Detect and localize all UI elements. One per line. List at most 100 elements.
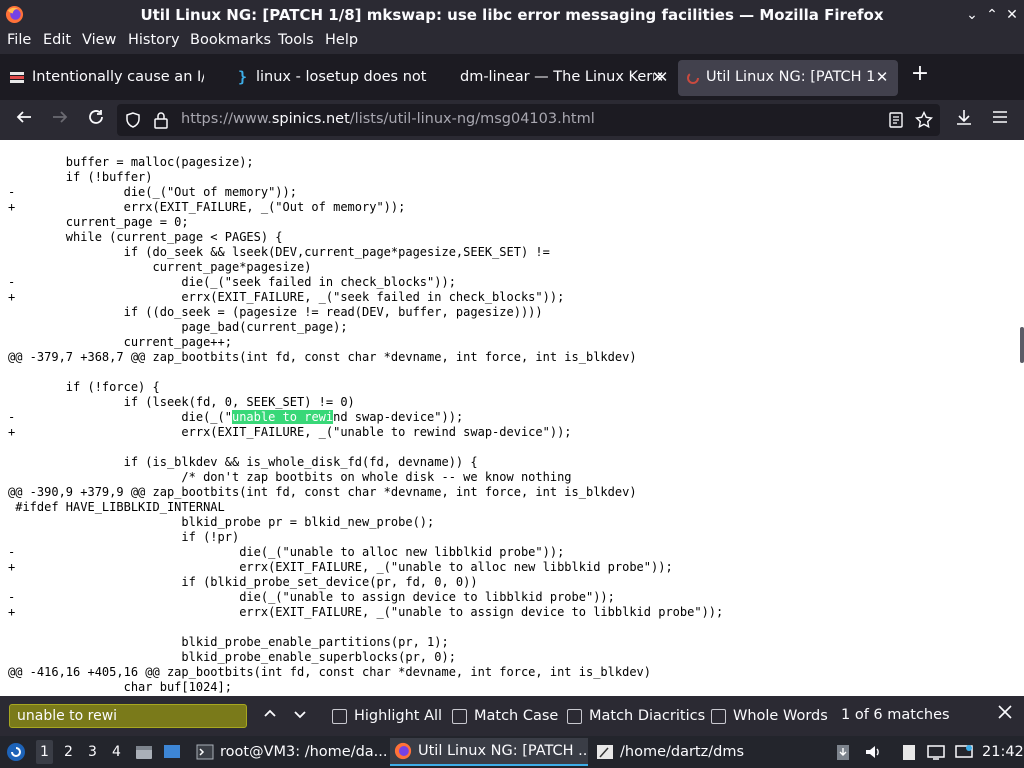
code-line: char buf[1024];: [8, 680, 232, 694]
code-line: if (blkid_probe_set_device(pr, fd, 0, 0)…: [8, 575, 478, 589]
firefox-icon: [394, 742, 412, 760]
app-menu-button[interactable]: [988, 108, 1012, 132]
code-line: + errx(EXIT_FAILURE, _("unable to assign…: [8, 605, 724, 619]
hamburger-menu-icon: [993, 111, 1007, 123]
checkbox-box[interactable]: [567, 708, 582, 724]
minimize-button[interactable]: ⌄: [962, 5, 982, 25]
find-query-input[interactable]: [10, 705, 246, 727]
clock: 21:42: [982, 744, 1024, 760]
display-tray-icon[interactable]: [927, 743, 945, 761]
tab-dm-linear[interactable]: dm-linear — The Linux Kerne ✕: [452, 60, 674, 96]
code-line: + errx(EXIT_FAILURE, _("seek failed in c…: [8, 290, 565, 304]
checkbox-label: Highlight All: [354, 708, 443, 724]
checkbox-box[interactable]: [452, 708, 467, 724]
new-tab-button[interactable]: +: [908, 62, 932, 86]
start-menu-icon[interactable]: [6, 742, 26, 762]
maximize-button[interactable]: ⌃: [982, 5, 1002, 25]
find-input[interactable]: [9, 704, 247, 728]
code-line: buffer = malloc(pagesize);: [8, 155, 254, 169]
menu-history[interactable]: History: [128, 32, 180, 48]
code-line: - die(_("unable to rewind swap-device"))…: [8, 410, 464, 424]
scrollbar-thumb[interactable]: [1020, 327, 1024, 363]
terminal-icon: [196, 744, 214, 760]
code-line: current_page = 0;: [8, 215, 189, 229]
arrow-right-icon: [53, 111, 68, 123]
match-diacritics-checkbox[interactable]: Match Diacritics: [567, 706, 705, 726]
arrow-left-icon: [16, 111, 31, 123]
reload-button[interactable]: [84, 108, 108, 132]
tab-close-icon[interactable]: ✕: [654, 68, 670, 86]
checkbox-label: Match Diacritics: [589, 708, 706, 724]
desktop-icon[interactable]: [163, 743, 181, 761]
bookmark-star-icon[interactable]: [915, 111, 933, 129]
forward-button[interactable]: [48, 108, 72, 132]
task-text-editor[interactable]: /home/dartz/dms: [592, 738, 752, 766]
highlight-all-checkbox[interactable]: Highlight All: [332, 706, 442, 726]
match-count: 1 of 6 matches: [841, 707, 950, 723]
menu-bookmarks[interactable]: Bookmarks: [190, 32, 271, 48]
close-findbar-button[interactable]: [995, 704, 1015, 726]
match-case-checkbox[interactable]: Match Case: [452, 706, 558, 726]
file-manager-icon[interactable]: [135, 743, 153, 761]
checkbox-box[interactable]: [711, 708, 726, 724]
task-firefox[interactable]: Util Linux NG: [PATCH ...: [390, 738, 588, 766]
tab-losetup[interactable]: } linux - losetup does not f: [226, 60, 448, 96]
task-label: Util Linux NG: [PATCH ...: [418, 743, 588, 759]
workspace-2[interactable]: 2: [64, 744, 73, 760]
reload-icon: [89, 110, 103, 124]
spinner-favicon-icon: [687, 72, 699, 84]
code-line: @@ -416,16 +405,16 @@ zap_bootbits(int f…: [8, 665, 651, 679]
code-line: if (do_seek && lseek(DEV,current_page*pa…: [8, 245, 550, 259]
code-line: + errx(EXIT_FAILURE, _("Out of memory"))…: [8, 200, 406, 214]
url-bar[interactable]: https://www.spinics.net/lists/util-linux…: [117, 104, 940, 136]
task-terminal[interactable]: root@VM3: /home/da...: [192, 738, 388, 766]
network-tray-icon[interactable]: [955, 743, 973, 761]
whole-words-checkbox[interactable]: Whole Words: [711, 706, 828, 726]
tab-strip: Intentionally cause an I/O } linux - los…: [0, 54, 1024, 100]
code-line: /* don't zap bootbits on whole disk -- w…: [8, 470, 572, 484]
find-match-highlight: unable to rewi: [231, 410, 334, 424]
tab-close-icon[interactable]: ✕: [874, 68, 890, 86]
workspace-1[interactable]: 1: [36, 740, 53, 764]
checkbox-label: Match Case: [474, 708, 559, 724]
back-button[interactable]: [12, 108, 36, 132]
volume-icon[interactable]: [864, 743, 882, 761]
url-prefix: https://www.: [181, 111, 272, 127]
downloads-button[interactable]: [952, 108, 976, 132]
menu-edit[interactable]: Edit: [43, 32, 71, 48]
find-next-button[interactable]: [290, 706, 310, 726]
patch-diff-text: buffer = malloc(pagesize); if (!buffer) -…: [8, 155, 723, 695]
code-line: + errx(EXIT_FAILURE, _("unable to alloc …: [8, 560, 673, 574]
menu-help[interactable]: Help: [325, 32, 358, 48]
shield-icon[interactable]: [125, 112, 141, 128]
workspace-4[interactable]: 4: [112, 744, 121, 760]
tab-intentionally-cause[interactable]: Intentionally cause an I/O: [0, 60, 222, 96]
menu-tools[interactable]: Tools: [278, 32, 314, 48]
task-label: /home/dartz/dms: [620, 744, 744, 760]
url-text[interactable]: https://www.spinics.net/lists/util-linux…: [181, 111, 595, 127]
clipboard-tray-icon[interactable]: [834, 743, 852, 761]
close-window-button[interactable]: ✕: [1002, 5, 1022, 25]
code-line: blkid_probe_enable_partitions(pr, 1);: [8, 635, 449, 649]
code-line: - die(_("unable to assign device to libb…: [8, 590, 615, 604]
window-title: Util Linux NG: [PATCH 1/8] mkswap: use l…: [140, 6, 884, 24]
chevron-down-icon: [294, 711, 306, 719]
page-content: buffer = malloc(pagesize); if (!buffer) -…: [0, 140, 1024, 696]
menu-view[interactable]: View: [82, 32, 116, 48]
code-line: + errx(EXIT_FAILURE, _("unable to rewind…: [8, 425, 572, 439]
code-line: if (!buffer): [8, 170, 153, 184]
menu-file[interactable]: File: [7, 32, 31, 48]
reader-view-icon[interactable]: [888, 112, 904, 128]
checkbox-box[interactable]: [332, 708, 347, 724]
find-bar: Highlight All Match Case Match Diacritic…: [0, 696, 1024, 736]
code-line: - die(_("Out of memory"));: [8, 185, 297, 199]
workspace-3[interactable]: 3: [88, 744, 97, 760]
notes-tray-icon[interactable]: [900, 743, 918, 761]
code-line: - die(_("seek failed in check_blocks"));: [8, 275, 456, 289]
lock-icon[interactable]: [153, 111, 169, 129]
find-previous-button[interactable]: [260, 706, 280, 726]
code-line: while (current_page < PAGES) {: [8, 230, 283, 244]
tab-util-linux-active[interactable]: Util Linux NG: [PATCH 1/8 ✕: [678, 60, 898, 96]
